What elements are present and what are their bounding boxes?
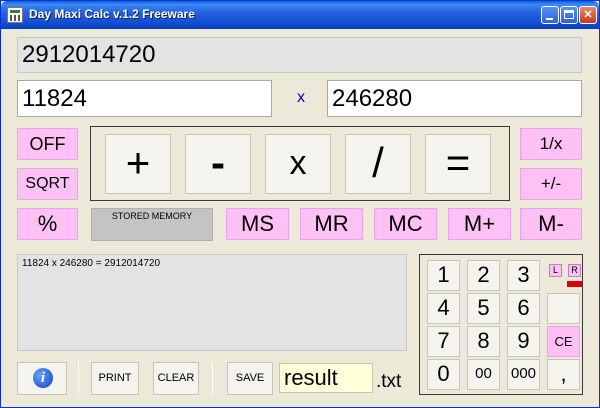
key-comma[interactable]: , (547, 359, 580, 390)
key-9[interactable]: 9 (507, 326, 540, 357)
reciprocal-button[interactable]: 1/x (520, 128, 582, 160)
key-6[interactable]: 6 (507, 293, 540, 324)
key-7[interactable]: 7 (427, 326, 460, 357)
key-3[interactable]: 3 (507, 260, 540, 291)
minus-button[interactable]: - (185, 134, 251, 194)
toggle-indicator (567, 281, 582, 287)
right-toggle-button[interactable]: R (568, 264, 581, 277)
key-5[interactable]: 5 (467, 293, 500, 324)
memory-plus-button[interactable]: M+ (448, 208, 511, 240)
print-button[interactable]: PRINT (91, 362, 139, 395)
stored-memory-label: STORED MEMORY (111, 211, 193, 221)
info-icon: i (33, 368, 53, 388)
file-extension-label: .txt (376, 371, 402, 392)
key-0[interactable]: 0 (427, 359, 460, 390)
key-4[interactable]: 4 (427, 293, 460, 324)
stored-memory-display: STORED MEMORY (91, 208, 213, 241)
maximize-button[interactable] (560, 6, 578, 24)
divide-button[interactable]: / (345, 134, 411, 194)
toolbar-divider (78, 362, 79, 395)
multiply-button[interactable]: x (265, 134, 331, 194)
off-button[interactable]: OFF (17, 128, 78, 160)
left-toggle-button[interactable]: L (549, 264, 562, 277)
result-display: 2912014720 (17, 37, 582, 73)
memory-recall-button[interactable]: MR (300, 208, 363, 240)
history-entry: 11824 x 246280 = 2912014720 (22, 258, 161, 269)
operator-indicator: x (297, 89, 305, 106)
percent-button[interactable]: % (17, 208, 78, 240)
clear-entry-button[interactable]: CE (547, 326, 580, 357)
minimize-button[interactable] (541, 6, 559, 24)
history-log[interactable]: 11824 x 246280 = 2912014720 (17, 254, 407, 351)
key-8[interactable]: 8 (467, 326, 500, 357)
plus-button[interactable]: + (105, 134, 171, 194)
operand-1-input[interactable]: 11824 (17, 80, 272, 117)
sqrt-button[interactable]: SQRT (17, 168, 78, 200)
close-button[interactable]: ✕ (579, 6, 597, 24)
memory-store-button[interactable]: MS (226, 208, 289, 240)
blank-key[interactable] (547, 293, 580, 324)
title-bar[interactable]: Day Maxi Calc v.1.2 Freeware ✕ (1, 1, 599, 29)
calculator-app-icon (7, 7, 23, 23)
filename-input[interactable]: result (279, 363, 373, 393)
calculator-window: Day Maxi Calc v.1.2 Freeware ✕ 291201472… (0, 0, 600, 408)
toolbar-divider (212, 362, 213, 395)
clear-button[interactable]: CLEAR (153, 362, 199, 395)
key-000[interactable]: 000 (507, 359, 540, 390)
equals-button[interactable]: = (425, 134, 491, 194)
key-2[interactable]: 2 (467, 260, 500, 291)
operator-panel: + - x / = (90, 126, 510, 201)
key-00[interactable]: 00 (467, 359, 500, 390)
info-button[interactable]: i (17, 362, 67, 395)
memory-minus-button[interactable]: M- (520, 208, 582, 240)
save-button[interactable]: SAVE (227, 362, 273, 395)
operand-2-input[interactable]: 246280 (327, 80, 582, 117)
window-title: Day Maxi Calc v.1.2 Freeware (29, 7, 195, 21)
negate-button[interactable]: +/- (520, 168, 582, 200)
key-1[interactable]: 1 (427, 260, 460, 291)
memory-clear-button[interactable]: MC (374, 208, 437, 240)
